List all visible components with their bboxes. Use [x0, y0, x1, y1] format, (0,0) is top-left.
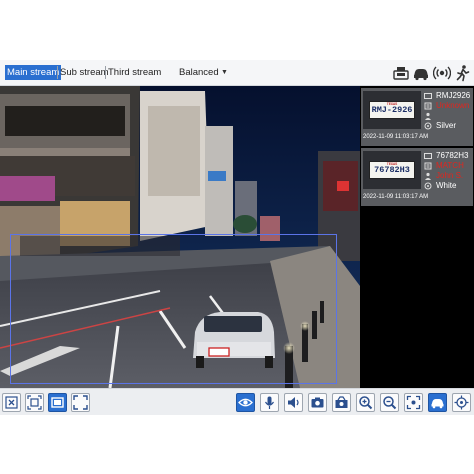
license-plate-image: TEXAS 76782H3 [369, 161, 415, 179]
zoom-out-icon [383, 396, 397, 410]
owner-row [424, 111, 472, 121]
camera-icon [311, 397, 324, 408]
focus-button[interactable] [404, 393, 423, 412]
plate-snapshot: TEXAS RMJ-2926 [363, 91, 421, 129]
quality-select[interactable]: Balanced [179, 65, 219, 80]
window-icon [51, 397, 64, 408]
list-icon [424, 162, 432, 170]
speaker-button[interactable] [284, 393, 303, 412]
plate-record-card[interactable]: TEXAS RMJ-2926 2022-11-09 11:03:17 AM RM… [361, 88, 473, 146]
target-button[interactable] [452, 393, 471, 412]
vehicle-color: White [436, 181, 457, 190]
target-icon [454, 395, 469, 410]
camera-live-view: Main stream Sub stream Third stream Bala… [0, 60, 474, 415]
person-icon [425, 172, 431, 180]
plate-recognition-panel: TEXAS RMJ-2926 2022-11-09 11:03:17 AM RM… [360, 86, 474, 388]
fullscreen-icon [73, 395, 88, 410]
vehicle-color: Silver [436, 121, 457, 130]
plate-number-row: RMJ2926 [424, 91, 472, 101]
record-timestamp: 2022-11-09 11:03:17 AM [363, 134, 429, 140]
tab-third-stream[interactable]: Third stream [106, 65, 163, 80]
vehicle-color-row: White [424, 181, 472, 191]
vehicle-color-row: Silver [424, 121, 472, 131]
microphone-button[interactable] [260, 393, 279, 412]
plate-number: RMJ2926 [436, 91, 471, 100]
fit-screen-icon [27, 395, 42, 410]
human-detection-icon[interactable] [454, 64, 472, 82]
zoom-in-icon [359, 396, 373, 410]
person-icon [425, 112, 431, 120]
fit-screen-button[interactable] [25, 393, 44, 412]
license-plate-image: TEXAS RMJ-2926 [369, 101, 415, 119]
focus-icon [406, 395, 421, 410]
close-button[interactable] [2, 393, 21, 412]
plate-number: 76782H3 [436, 151, 469, 160]
record-icon [335, 396, 348, 408]
tab-main-stream[interactable]: Main stream [5, 65, 62, 80]
zoom-out-button[interactable] [380, 393, 399, 412]
record-timestamp: 2022-11-09 11:03:17 AM [363, 194, 429, 200]
video-feed[interactable] [0, 86, 360, 388]
owner-row: John S. [424, 171, 472, 181]
match-status: MATCH [436, 161, 464, 170]
plate-snapshot: TEXAS 76782H3 [363, 151, 421, 189]
playback-toolbar [0, 388, 474, 415]
car-icon [431, 399, 444, 409]
microphone-icon [265, 396, 274, 409]
vehicle-detection-icon[interactable] [412, 64, 430, 82]
detection-region [10, 234, 337, 384]
match-status: Unknown [436, 101, 470, 110]
list-status-row: MATCH [424, 161, 472, 171]
palette-icon [424, 122, 432, 130]
tab-sub-stream[interactable]: Sub stream [58, 65, 111, 80]
fullscreen-button[interactable] [71, 393, 90, 412]
plate-icon [424, 153, 432, 159]
eye-icon [238, 398, 253, 407]
plate-record-card[interactable]: TEXAS 76782H3 2022-11-09 11:03:17 AM 767… [361, 148, 473, 206]
snapshot-button[interactable] [308, 393, 327, 412]
lpr-camera-icon[interactable] [392, 64, 410, 82]
list-status-row: Unknown [424, 101, 472, 111]
vehicle-button[interactable] [428, 393, 447, 412]
speaker-icon [288, 397, 299, 408]
owner-name: John S. [436, 171, 464, 180]
record-button[interactable] [332, 393, 351, 412]
window-button[interactable] [48, 393, 67, 412]
sound-detection-icon[interactable] [433, 64, 451, 82]
zoom-in-button[interactable] [356, 393, 375, 412]
plate-number-row: 76782H3 [424, 151, 472, 161]
chevron-down-icon[interactable]: ▼ [221, 65, 228, 80]
palette-icon [424, 182, 432, 190]
close-icon [5, 396, 18, 409]
plate-icon [424, 93, 432, 99]
eye-button[interactable] [236, 393, 255, 412]
stream-toolbar: Main stream Sub stream Third stream Bala… [0, 60, 474, 86]
list-icon [424, 102, 432, 110]
